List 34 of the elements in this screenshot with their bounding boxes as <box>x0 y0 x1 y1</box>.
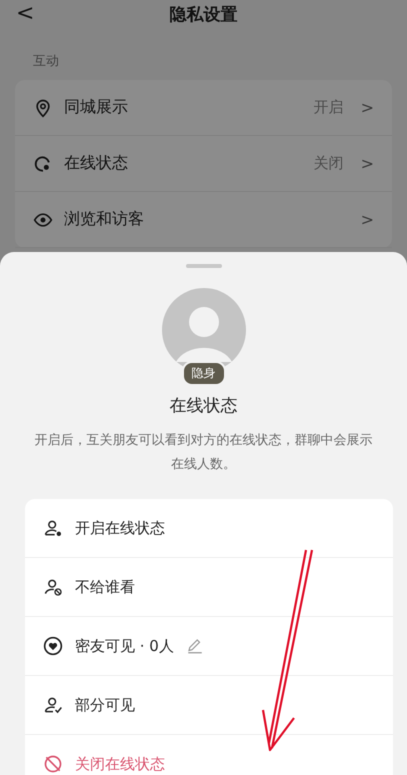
option-row[interactable]: 不给谁看 <box>25 558 393 617</box>
chevron-icon: > <box>360 210 374 229</box>
settings-row[interactable]: 同城展示 开启 > <box>15 80 392 136</box>
settings-row[interactable]: 在线状态 关闭 > <box>15 136 392 192</box>
row-value: 开启 <box>314 98 344 117</box>
chevron-icon: > <box>360 98 374 117</box>
person-icon <box>43 518 63 538</box>
drag-handle[interactable] <box>186 264 222 268</box>
back-button[interactable]: < <box>16 0 34 28</box>
chevron-icon: > <box>360 154 374 173</box>
sheet-title: 在线状态 <box>170 395 238 417</box>
person-icon <box>43 577 63 597</box>
row-value: 关闭 <box>314 154 344 173</box>
option-row[interactable]: 部分可见 <box>25 676 393 735</box>
page-title: 隐私设置 <box>170 4 238 26</box>
settings-row[interactable]: 浏览和访客 > <box>15 192 392 248</box>
option-label: 开启在线状态 <box>75 518 165 538</box>
option-row[interactable]: 密友可见 · 0人 <box>25 617 393 676</box>
row-label: 浏览和访客 <box>64 209 145 230</box>
option-label: 密友可见 · 0人 <box>75 636 174 656</box>
status-badge: 隐身 <box>182 361 226 386</box>
slashed-circle-icon <box>43 754 63 774</box>
option-label: 关闭在线状态 <box>75 754 165 774</box>
option-label: 不给谁看 <box>75 578 135 596</box>
row-label: 同城展示 <box>64 97 129 118</box>
option-label: 部分可见 <box>75 696 135 714</box>
pencil-icon[interactable] <box>186 637 204 655</box>
sheet-description: 开启后，互关朋友可以看到对方的在线状态，群聊中会展示在线人数。 <box>34 432 373 474</box>
person-icon <box>43 695 63 715</box>
section-title: 互动 <box>32 53 60 71</box>
heart-circle-icon <box>43 636 63 656</box>
option-row[interactable]: 关闭在线状态 <box>25 735 393 775</box>
option-row[interactable]: 开启在线状态 <box>25 499 393 558</box>
row-label: 在线状态 <box>64 153 129 174</box>
